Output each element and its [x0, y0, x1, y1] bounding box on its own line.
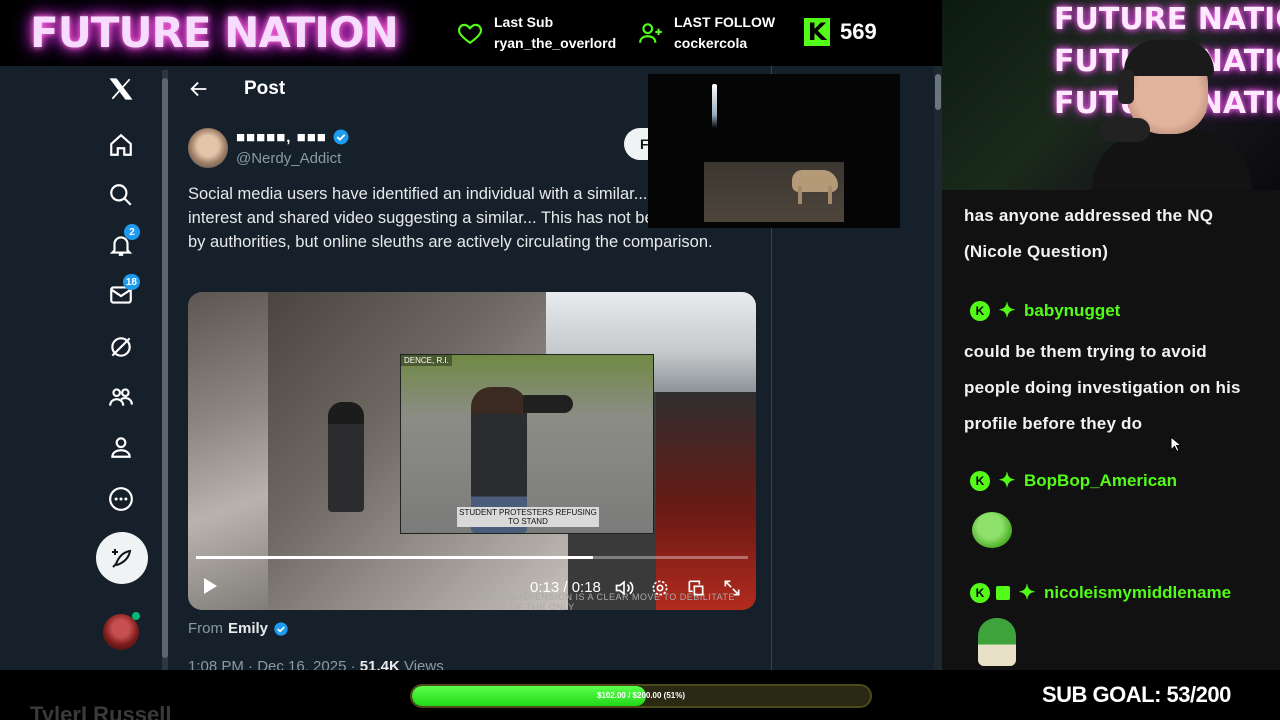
kick-badge-icon: K [970, 301, 990, 321]
author-name-text: ■■■■■, ■■■ [236, 128, 327, 146]
sparkle-badge-icon: ✦ [998, 300, 1016, 322]
post-timestamp[interactable]: 1:08 PM · Dec 16, 2025 · [188, 658, 360, 670]
last-sub-widget: Last Sub ryan_the_overlord [456, 12, 616, 54]
inset-location-caption: DENCE, R.I. [401, 355, 452, 366]
chat-username-text: BopBop_American [1024, 471, 1178, 490]
donation-goal-text: $102.00 / $200.00 (51%) [596, 691, 686, 700]
verified-badge-icon [333, 129, 349, 145]
pip-icon[interactable] [686, 578, 706, 598]
chat-panel: has anyone addressed the NQ (Nicole Ques… [942, 190, 1280, 670]
kick-badge-icon: K [970, 471, 990, 491]
notifications-icon[interactable]: 2 [104, 224, 140, 262]
user-plus-icon [639, 23, 662, 43]
webcam-feed: FUTURE NATION FUTURE NATION FUTURE NATIO… [942, 0, 1280, 190]
last-follow-label: LAST FOLLOW [674, 14, 776, 30]
donation-goal-bar: $102.00 / $200.00 (51%) [410, 684, 872, 708]
heart-icon [458, 23, 482, 45]
video-controls: 0:13 / 0:18 [188, 570, 756, 610]
from-label: From [188, 620, 223, 637]
video-inset-clip: DENCE, R.I. STUDENT PROTESTERS REFUSING … [400, 354, 654, 534]
profile-icon[interactable] [104, 430, 138, 464]
video-player[interactable]: DENCE, R.I. STUDENT PROTESTERS REFUSING … [188, 292, 756, 610]
chat-username[interactable]: K ✦ nicoleismymiddlename [970, 582, 1231, 604]
play-icon[interactable] [204, 578, 217, 594]
headset [1118, 70, 1134, 104]
inset-news-caption: STUDENT PROTESTERS REFUSING TO STAND [457, 507, 599, 527]
chat-message: has anyone addressed the NQ (Nicole Ques… [964, 206, 1214, 261]
pepe-emote [978, 618, 1016, 666]
from-name[interactable]: Emily [228, 620, 268, 637]
mouse-cursor-icon [1170, 436, 1182, 452]
video-progress-bar[interactable] [196, 556, 748, 559]
sub-goal: SUB GOAL: 53/200 [1042, 682, 1231, 707]
page-scrollbar[interactable] [934, 66, 942, 670]
compose-post-button[interactable] [96, 532, 148, 584]
volume-icon[interactable] [614, 578, 634, 598]
video-walking-person [328, 402, 364, 512]
streamer-cap [1124, 40, 1214, 76]
sparkle-badge-icon: ✦ [1018, 582, 1036, 604]
last-sub-name: ryan_the_overlord [494, 35, 617, 51]
neon-sign: FUTURE NATION [1054, 2, 1280, 37]
kick-badge-icon: K [970, 583, 990, 603]
page-title: Post [244, 78, 286, 99]
brand-logo: FUTURE NATION [30, 8, 399, 57]
chat-message: could be them trying to avoid people doi… [964, 342, 1241, 433]
more-icon[interactable] [104, 482, 138, 516]
settings-gear-icon[interactable] [650, 578, 670, 598]
post-meta: 1:08 PM · Dec 16, 2025 · 51.4K Views [188, 658, 444, 670]
feather-plus-icon [112, 549, 132, 568]
last-follow-widget: LAST FOLLOW cockercola [638, 12, 775, 54]
messages-icon[interactable]: 18 [104, 274, 140, 312]
cougar-leg [828, 186, 832, 204]
home-icon[interactable] [104, 128, 138, 162]
sparkle-badge-icon: ✦ [998, 470, 1016, 492]
verified-badge-icon [274, 621, 288, 636]
communities-icon[interactable] [104, 380, 138, 414]
stream-top-bar: FUTURE NATION Last Sub ryan_the_overlord… [0, 0, 940, 66]
kick-follower-count: K 569 [804, 18, 877, 46]
kick-count: 569 [840, 19, 877, 44]
back-arrow-icon[interactable] [188, 78, 212, 102]
chat-username-text: nicoleismymiddlename [1044, 583, 1232, 602]
online-indicator [132, 612, 140, 620]
kick-logo-icon: K [804, 18, 830, 46]
author-handle[interactable]: @Nerdy_Addict [236, 150, 341, 167]
chat-username-text: babynugget [1024, 301, 1121, 320]
from-attribution: From Emily [188, 620, 289, 637]
chat-username[interactable]: K ✦ babynugget [970, 300, 1120, 322]
video-time: 0:13 / 0:18 [530, 579, 601, 596]
video-progress-fill [196, 556, 594, 559]
stream-bottom-bar: TylerI Russell $102.00 / $200.00 (51%) S… [0, 670, 1280, 720]
x-logo-icon[interactable] [104, 72, 138, 106]
light-flash [712, 84, 717, 128]
messages-badge: 18 [122, 274, 140, 290]
x-sidebar: 2 18 [0, 66, 168, 670]
sidebar-scrollbar[interactable] [162, 70, 168, 670]
last-follow-name: cockercola [674, 35, 748, 51]
gift-badge-icon [996, 586, 1010, 600]
views-label: Views [399, 658, 444, 670]
cougar-leg [798, 186, 802, 204]
channel-name: TylerI Russell [30, 702, 172, 720]
search-icon[interactable] [104, 178, 138, 212]
view-count: 51.4K [359, 658, 400, 670]
chat-username[interactable]: K ✦ BopBop_American [970, 470, 1177, 492]
fullscreen-icon[interactable] [722, 578, 742, 598]
last-sub-label: Last Sub [494, 14, 554, 30]
author-avatar[interactable] [188, 128, 228, 168]
trailcam-overlay [648, 74, 900, 228]
megaphone [523, 395, 573, 413]
notifications-badge: 2 [124, 224, 140, 240]
microphone [1100, 118, 1150, 142]
grok-icon[interactable] [104, 330, 138, 364]
frog-emote [972, 512, 1012, 548]
author-name[interactable]: ■■■■■, ■■■ [236, 128, 350, 146]
